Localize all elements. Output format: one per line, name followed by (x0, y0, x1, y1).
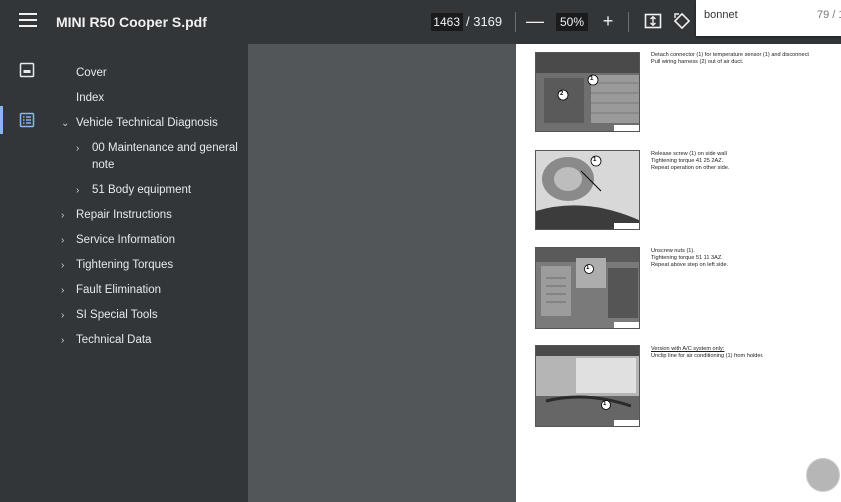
chevron-right-icon[interactable]: › (61, 257, 73, 274)
outline-item-label: Cover (76, 67, 107, 79)
step-line: Detach connector (1) for temperature sen… (651, 52, 809, 58)
step-line: Tightening torque 51 11 3AZ. (651, 255, 723, 261)
divider (515, 12, 516, 32)
step-photo (535, 247, 640, 329)
zoom-out-button[interactable]: — (524, 10, 546, 32)
step-line: Repeat above step on left side. (651, 262, 729, 268)
step-line: Tightening torque 41 25 2AZ. (651, 158, 724, 164)
outline-item-label: note (92, 159, 115, 171)
step-line: Release screw (1) on side wall (651, 151, 727, 157)
rotate-icon[interactable] (673, 12, 693, 32)
page-number-input[interactable]: 1463 (431, 13, 463, 31)
callout-label: 2 (560, 91, 564, 97)
outline-item-label: Fault Elimination (76, 284, 162, 296)
outline-item-maintenance-continued[interactable]: note (92, 157, 114, 174)
outline-item-technical-data[interactable]: › Technical Data (61, 332, 151, 349)
chevron-down-icon[interactable]: ⌄ (61, 115, 73, 132)
thumbnail-icon[interactable] (19, 62, 37, 80)
step-line: Unclip line for air conditioning (1) fro… (651, 353, 764, 359)
outline-item-tightening-torques[interactable]: › Tightening Torques (61, 257, 173, 274)
chevron-right-icon[interactable]: › (61, 232, 73, 249)
step-line: Pull wiring harness (2) out of air duct. (651, 59, 744, 65)
chevron-right-icon[interactable]: › (76, 140, 88, 157)
active-indicator (0, 106, 3, 134)
step-photo (535, 345, 640, 427)
floating-action-button[interactable] (806, 458, 840, 492)
chevron-right-icon[interactable]: › (61, 332, 73, 349)
step-photo (535, 52, 640, 132)
outline-item-repair-instructions[interactable]: › Repair Instructions (61, 207, 172, 224)
document-title: MINI R50 Cooper S.pdf (56, 14, 207, 30)
step-line: Unscrew nuts (1). (651, 248, 695, 254)
chevron-right-icon[interactable]: › (61, 282, 73, 299)
outline-item-cover[interactable]: Cover (76, 65, 107, 82)
outline-icon[interactable] (19, 112, 37, 130)
step-text: Version with A/C system only: Unclip lin… (651, 346, 836, 360)
outline-item-fault-elimination[interactable]: › Fault Elimination (61, 282, 161, 299)
chevron-right-icon[interactable]: › (61, 307, 73, 324)
outline-item-index[interactable]: Index (76, 90, 104, 107)
outline-item-label: Tightening Torques (76, 259, 174, 271)
callout-label: 1 (590, 76, 594, 82)
outline-item-label: Index (76, 92, 105, 104)
outline-item-special-tools[interactable]: › SI Special Tools (61, 307, 158, 324)
outline-item-label: Technical Data (76, 334, 152, 346)
zoom-in-button[interactable]: + (597, 10, 619, 32)
callout-label: 1 (603, 401, 607, 407)
outline-item-label: Repair Instructions (76, 209, 172, 221)
outline-item-label: Service Information (76, 234, 176, 246)
step-photo (535, 150, 640, 230)
sidebar-rail (0, 44, 56, 502)
pdf-page[interactable]: 1 2 Detach connector (1) for temperature… (516, 44, 841, 502)
outline-item-label: Vehicle Technical Diagnosis (76, 117, 218, 129)
callout-label: 1 (593, 157, 597, 163)
zoom-level-input[interactable]: 50% (556, 13, 588, 31)
find-bar: bonnet 79 / 1 (696, 0, 841, 36)
step-line: Repeat operation on other side. (651, 165, 730, 171)
step-text: Unscrew nuts (1). Tightening torque 51 1… (651, 248, 836, 269)
find-input[interactable]: bonnet (704, 9, 738, 21)
outline-item-label: SI Special Tools (76, 309, 158, 321)
chevron-right-icon[interactable]: › (61, 207, 73, 224)
step-text: Detach connector (1) for temperature sen… (651, 52, 836, 66)
outline-panel: Cover Index ⌄ Vehicle Technical Diagnosis… (56, 44, 248, 502)
chevron-right-icon[interactable]: › (76, 182, 88, 199)
step-line: Version with A/C system only: (651, 346, 725, 352)
outline-item-label: 00 Maintenance and general (92, 142, 238, 154)
document-viewport[interactable] (248, 44, 516, 502)
outline-item-vehicle-technical-diagnosis[interactable]: ⌄ Vehicle Technical Diagnosis (61, 115, 218, 132)
outline-item-label: 51 Body equipment (92, 184, 192, 196)
divider (628, 12, 629, 32)
find-match-count: 79 / 1 (817, 9, 841, 21)
step-text: Release screw (1) on side wall Tightenin… (651, 151, 836, 172)
outline-item-service-information[interactable]: › Service Information (61, 232, 175, 249)
outline-item-maintenance[interactable]: › 00 Maintenance and general (76, 140, 238, 157)
hamburger-icon[interactable] (19, 13, 37, 29)
outline-item-body-equipment[interactable]: › 51 Body equipment (76, 182, 191, 199)
page-total: / 3169 (466, 14, 503, 29)
callout-label: 1 (586, 265, 590, 271)
fit-page-icon[interactable] (644, 12, 664, 32)
